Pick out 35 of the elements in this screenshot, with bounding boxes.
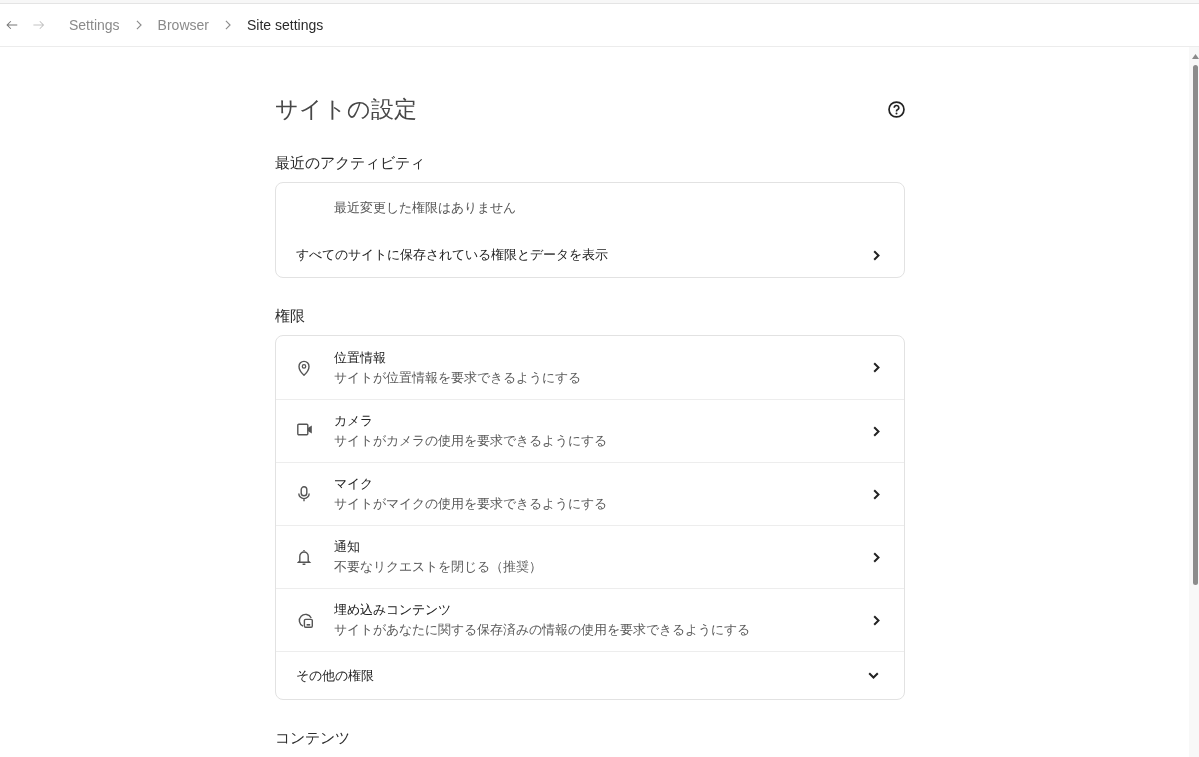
- page-title: サイトの設定: [275, 95, 417, 124]
- chevron-right-icon: [873, 488, 880, 500]
- chevron-right-icon: [873, 425, 880, 437]
- location-pin-icon: [297, 359, 313, 376]
- microphone-icon: [297, 486, 313, 502]
- permission-item[interactable]: 通知 不要なリクエストを閉じる（推奨）: [276, 525, 904, 588]
- arrow-left-icon: [6, 20, 18, 30]
- section-heading: 権限: [275, 306, 306, 326]
- breadcrumb-link[interactable]: Browser: [157, 17, 209, 33]
- section-heading: コンテンツ: [275, 728, 351, 748]
- back-button[interactable]: [6, 19, 18, 31]
- help-icon[interactable]: [888, 100, 905, 118]
- scroll-up-arrow-icon[interactable]: [1191, 54, 1199, 59]
- section-heading: 最近のアクティビティ: [275, 153, 426, 173]
- breadcrumb-link[interactable]: Site settings: [246, 17, 324, 33]
- chevron-right-icon: [873, 551, 880, 563]
- permission-item[interactable]: カメラ サイトがカメラの使用を要求できるようにする: [276, 399, 904, 462]
- chevron-right-icon: [135, 20, 142, 30]
- breadcrumb-link[interactable]: Settings: [69, 17, 120, 33]
- video-camera-icon: [297, 423, 313, 439]
- chevron-right-icon: [873, 249, 880, 261]
- scrollbar[interactable]: [1189, 47, 1199, 757]
- site-data-link[interactable]: すべてのサイトに保存されている権限とデータを表示: [276, 233, 904, 277]
- chevron-right-icon: [873, 614, 880, 626]
- embedded-content-icon: [297, 612, 313, 628]
- permission-item[interactable]: マイク サイトがマイクの使用を要求できるようにする: [276, 462, 904, 525]
- arrow-right-icon: [33, 20, 45, 30]
- bell-icon: [297, 549, 313, 565]
- chevron-right-icon: [224, 20, 231, 30]
- permission-item[interactable]: 埋め込みコンテンツ サイトがあなたに関する保存済みの情報の使用を要求できるようにする: [276, 588, 904, 651]
- permission-item[interactable]: 位置情報 サイトが位置情報を要求できるようにする: [276, 336, 904, 399]
- more-permissions-expander[interactable]: その他の権限: [276, 651, 904, 699]
- empty-activity-text: 最近変更した権限はありません: [333, 199, 517, 217]
- scrollbar-thumb[interactable]: [1192, 65, 1198, 585]
- chevron-right-icon: [873, 362, 880, 373]
